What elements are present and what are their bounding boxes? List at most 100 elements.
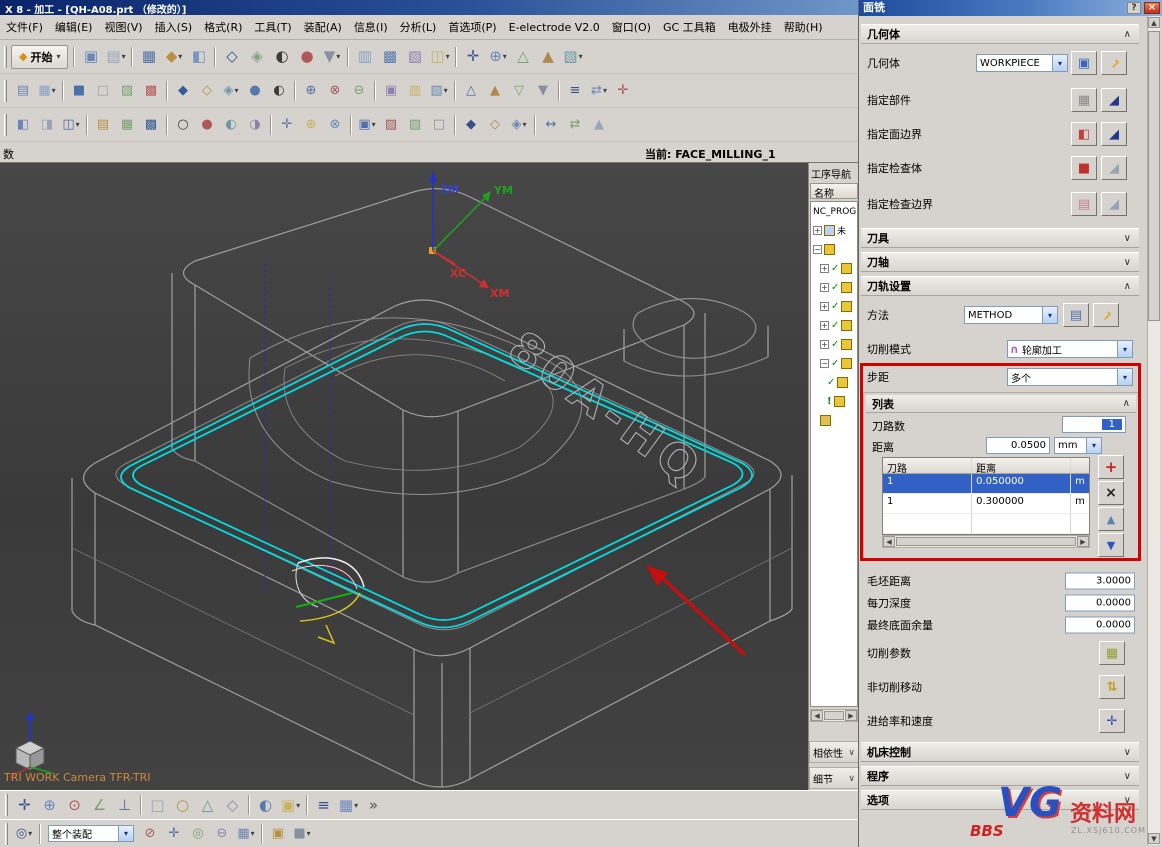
dropdown-arrow-icon[interactable]: ▾ (251, 829, 255, 838)
navigator-tree-row[interactable]: +✓ (811, 259, 857, 278)
edit-geometry-button[interactable] (1101, 51, 1127, 75)
toolbar-grip[interactable] (5, 823, 8, 845)
list-table-row[interactable]: 10.300000m (883, 494, 1089, 514)
toolbar-icon-button[interactable]: ■▾ (290, 822, 314, 846)
dropdown-arrow-icon[interactable] (1117, 341, 1132, 357)
tree-check-icon[interactable]: ✓ (831, 301, 839, 312)
toolbar-icon-button[interactable]: ▨ (115, 79, 139, 103)
toolbar-icon-button[interactable]: ▧▾ (427, 79, 451, 103)
toolbar-icon-button[interactable]: ◐ (269, 44, 294, 69)
scroll-right-icon[interactable] (845, 710, 857, 721)
dialog-titlebar[interactable]: 面铣 (859, 0, 1162, 16)
select-check-body-button[interactable] (1071, 156, 1097, 180)
toolbar-icon-button[interactable]: ↔ (539, 113, 563, 137)
menu-item[interactable]: 装配(A) (298, 16, 348, 38)
toolbar-icon-button[interactable]: ◆▾ (161, 44, 186, 69)
navigator-tree-row[interactable]: +✓ (811, 335, 857, 354)
toolbar-grip[interactable] (4, 80, 7, 102)
distance-unit-select[interactable]: mm (1054, 437, 1102, 454)
section-geometry-header[interactable]: 几何体 ∧ (861, 24, 1139, 44)
toolbar-icon-button[interactable]: ○ (171, 113, 195, 137)
toolbar-icon-button[interactable]: ▦▾ (336, 793, 361, 818)
navigator-tree-row[interactable]: NC_PROG (811, 202, 857, 221)
toolbar-icon-button[interactable]: ✛ (611, 79, 635, 103)
toolbar-icon-button[interactable]: ▣ (266, 822, 290, 846)
toolbar-icon-button[interactable]: ∠ (87, 793, 112, 818)
dropdown-arrow-icon[interactable]: ▾ (234, 86, 238, 95)
menu-item[interactable]: 编辑(E) (49, 16, 99, 38)
toolbar-icon-button[interactable]: ⊖ (347, 79, 371, 103)
add-row-button[interactable] (1098, 455, 1124, 479)
toolbar-icon-button[interactable]: ⊕ (299, 79, 323, 103)
tree-check-icon[interactable]: ! (827, 396, 832, 407)
toolbar-icon-button[interactable]: ◈ (244, 44, 269, 69)
toolbar-icon-button[interactable]: ● (294, 44, 319, 69)
toolbar-icon-button[interactable]: ◫▾ (427, 44, 452, 69)
navigator-tree-row[interactable]: +✓ (811, 278, 857, 297)
toolbar-icon-button[interactable]: ▨ (402, 44, 427, 69)
tree-expander-icon[interactable]: + (813, 226, 822, 235)
dropdown-arrow-icon[interactable]: ▾ (76, 120, 80, 129)
cutting-parameters-button[interactable] (1099, 641, 1125, 665)
toolbar-icon-button[interactable]: ◇ (195, 79, 219, 103)
toolbar-icon-button[interactable]: » (361, 793, 386, 818)
toolbar-icon-button[interactable]: ▦ (136, 44, 161, 69)
scroll-left-icon[interactable] (811, 710, 823, 721)
scroll-left-icon[interactable] (883, 536, 895, 547)
toolbar-icon-button[interactable]: ✛ (460, 44, 485, 69)
toolbar-icon-button[interactable]: ▥ (403, 79, 427, 103)
toolbar-icon-button[interactable]: ▦▾ (234, 822, 258, 846)
select-face-boundary-button[interactable] (1071, 122, 1097, 146)
collapse-caret-icon[interactable]: ∨ (1124, 747, 1131, 758)
tree-expander-icon[interactable]: + (820, 264, 829, 273)
toolbar-icon-button[interactable]: ◈▾ (219, 79, 243, 103)
toolbar-icon-button[interactable]: ▩ (139, 79, 163, 103)
toolbar-icon-button[interactable]: ○ (170, 793, 195, 818)
menu-item[interactable]: 分析(L) (394, 16, 443, 38)
navigator-tree-row[interactable]: ! (811, 392, 857, 411)
geometry-select[interactable]: WORKPIECE (976, 54, 1068, 72)
dropdown-arrow-icon[interactable]: ▾ (52, 86, 56, 95)
toolbar-icon-button[interactable]: ▨ (379, 113, 403, 137)
navigator-tree-row[interactable]: ✓ (811, 373, 857, 392)
toolbar-icon-button[interactable]: ⊗ (323, 113, 347, 137)
tree-check-icon[interactable]: ✓ (831, 263, 839, 274)
tree-check-icon[interactable]: ✓ (831, 320, 839, 331)
toolbar-icon-button[interactable]: ▲ (535, 44, 560, 69)
toolbar-icon-button[interactable]: △ (195, 793, 220, 818)
display-check-body-button[interactable] (1101, 156, 1127, 180)
navigator-name-column-header[interactable]: 名称 (810, 183, 858, 199)
dropdown-arrow-icon[interactable]: ▾ (336, 52, 340, 61)
toolbar-icon-button[interactable]: ● (243, 79, 267, 103)
section-path-settings-header[interactable]: 刀轨设置 ∧ (861, 276, 1139, 296)
dialog-close-button[interactable] (1144, 2, 1160, 14)
toolbar-icon-button[interactable]: ▲ (587, 113, 611, 137)
collapse-caret-icon[interactable]: ∧ (1124, 29, 1131, 40)
edit-method-button[interactable] (1063, 303, 1089, 327)
dropdown-arrow-icon[interactable]: ▾ (446, 52, 450, 61)
toolbar-icon-button[interactable]: ▩ (377, 44, 402, 69)
tree-expander-icon[interactable]: + (820, 340, 829, 349)
toolbar-icon-button[interactable]: ◎ (186, 822, 210, 846)
toolbar-icon-button[interactable]: ◈▾ (507, 113, 531, 137)
non-cutting-moves-button[interactable] (1099, 675, 1125, 699)
window-titlebar[interactable]: X 8 - 加工 - [QH-A08.prt （修改的）] (0, 0, 858, 15)
collapse-caret-icon[interactable]: ∨ (1124, 233, 1131, 244)
stepover-select[interactable]: 多个 (1007, 368, 1133, 386)
menu-item[interactable]: 文件(F) (0, 16, 49, 38)
menu-item[interactable]: E-electrode V2.0 (503, 18, 606, 37)
dropdown-arrow-icon[interactable]: ▾ (522, 120, 526, 129)
toolbar-icon-button[interactable]: ≡ (563, 79, 587, 103)
select-check-boundary-button[interactable] (1071, 192, 1097, 216)
toolbar-icon-button[interactable]: ▼▾ (319, 44, 344, 69)
toolbar-icon-button[interactable]: □ (427, 113, 451, 137)
toolbar-icon-button[interactable]: ▤▾ (103, 44, 128, 69)
assembly-scope-select[interactable]: 整个装配 (48, 825, 134, 842)
toolbar-icon-button[interactable]: ◇ (220, 793, 245, 818)
distance-input[interactable]: 0.0500 (986, 437, 1050, 454)
move-row-up-button[interactable] (1098, 507, 1124, 531)
dialog-help-button[interactable] (1127, 2, 1141, 14)
toolbar-icon-button[interactable]: ▦▾ (35, 79, 59, 103)
toolbar-icon-button[interactable]: △ (510, 44, 535, 69)
toolbar-icon-button[interactable]: ⊕▾ (485, 44, 510, 69)
